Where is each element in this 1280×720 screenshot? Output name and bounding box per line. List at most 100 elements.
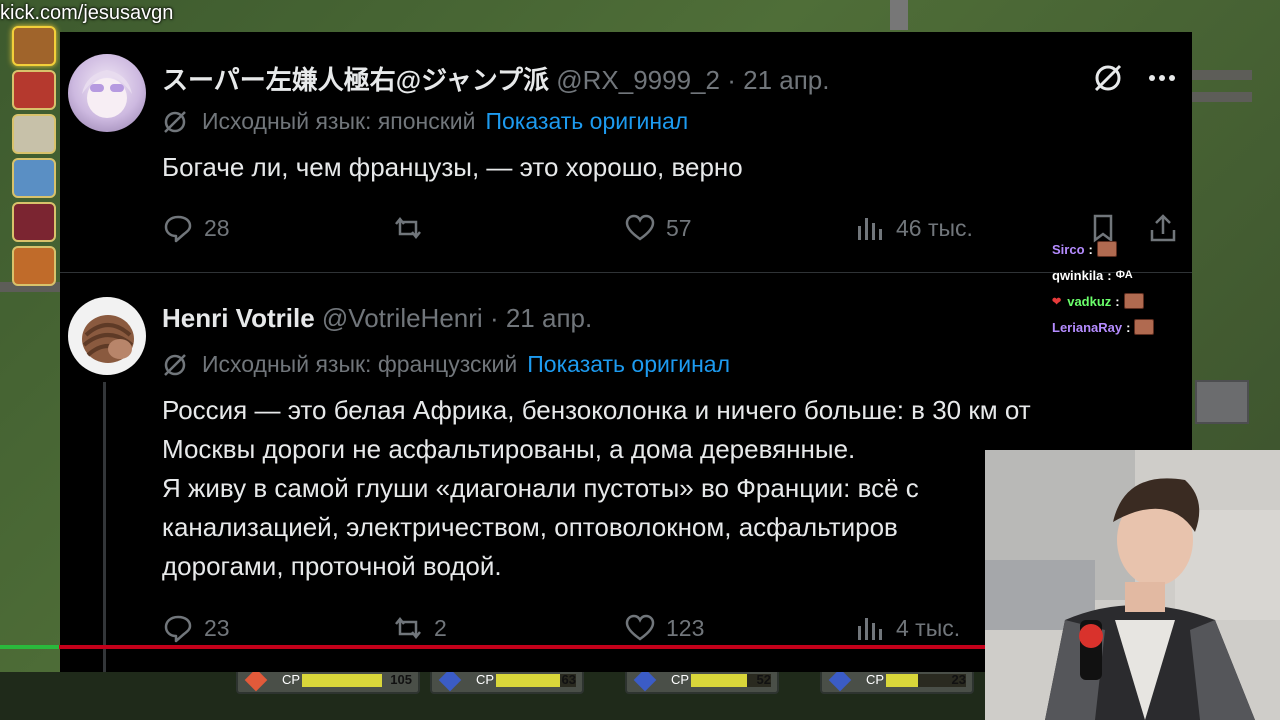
chat-overlay: Sirco : qwinkila : ФА ❤ vadkuz : Leriana…	[1052, 236, 1232, 340]
chat-message: qwinkila : ФА	[1052, 262, 1232, 288]
chat-username: Sirco	[1052, 241, 1085, 257]
tweet-top-icons	[1090, 60, 1180, 96]
translate-off-icon[interactable]	[1090, 60, 1126, 96]
chat-username: vadkuz	[1067, 293, 1112, 309]
like-count: 57	[666, 214, 692, 241]
dot-separator: ·	[489, 303, 499, 333]
translate-icon	[164, 110, 186, 133]
author-handle[interactable]: @VotrileHenri	[322, 303, 483, 333]
heart-badge-icon: ❤	[1052, 295, 1062, 308]
tweet-date[interactable]: 21 апр.	[743, 65, 829, 95]
source-language: Исходный язык: французский	[202, 351, 518, 377]
chat-username: LerianaRay	[1052, 319, 1123, 335]
reply-button[interactable]: 28	[162, 212, 230, 244]
cp-bar	[302, 674, 382, 687]
reply-icon	[164, 615, 192, 643]
playback-progress[interactable]	[0, 645, 985, 649]
tweet-text-line: Россия — это белая Африка, бензоколонка …	[162, 395, 1031, 425]
cp-label: CP	[476, 672, 495, 687]
tweet-header: スーパー左嫌人極右@ジャンプ派 @RX_9999_2 · 21 апр.	[162, 60, 830, 97]
translation-bar: Исходный язык: японский Показать оригина…	[162, 108, 688, 135]
cp-label: CP	[866, 672, 885, 687]
views-button[interactable]: 46 тыс.	[854, 212, 973, 244]
gem-icon	[438, 670, 462, 692]
dot-separator: ·	[727, 65, 736, 95]
tweet-text: Богаче ли, чем французы, — это хорошо, в…	[162, 148, 743, 187]
cp-bar-fill	[886, 674, 918, 687]
show-original-link[interactable]: Показать оригинал	[527, 351, 730, 378]
cp-bar-fill	[691, 674, 747, 687]
chat-text: ФА	[1115, 269, 1133, 281]
gem-icon	[828, 670, 852, 692]
reply-count: 28	[204, 214, 230, 241]
tweet-date[interactable]: 21 апр.	[506, 303, 592, 333]
translation-bar: Исходный язык: французский Показать ориг…	[162, 351, 730, 378]
gem-icon	[244, 670, 268, 692]
tweet-text-line: дорогами, проточной водой.	[162, 551, 502, 581]
tweet-actions: 28 57 46 тыс.	[162, 212, 1182, 248]
avatar[interactable]	[68, 54, 146, 132]
retweet-button[interactable]: 2	[392, 612, 447, 644]
cp-label: CP	[671, 672, 690, 687]
gem-icon	[633, 670, 657, 692]
view-count: 46 тыс.	[896, 214, 973, 241]
chat-separator: :	[1126, 319, 1131, 335]
retweet-icon	[395, 616, 421, 640]
cp-bar-fill	[496, 674, 560, 687]
heart-icon	[625, 614, 655, 641]
playback-progress-fill	[0, 645, 60, 649]
tweet-text: Россия — это белая Африка, бензоколонка …	[162, 391, 1031, 586]
cp-bar-fill	[302, 674, 382, 687]
avatar-image	[82, 70, 132, 118]
reply-count: 23	[204, 614, 230, 641]
chat-separator: :	[1088, 241, 1093, 257]
party-portrait	[12, 246, 56, 286]
webcam-overlay	[985, 450, 1280, 720]
chat-separator: :	[1115, 293, 1120, 309]
party-portrait	[12, 158, 56, 198]
cp-value: 63	[561, 672, 576, 687]
emote-icon	[1134, 319, 1155, 335]
views-button[interactable]: 4 тыс.	[854, 612, 960, 644]
avatar[interactable]	[68, 297, 146, 375]
chat-message: Sirco :	[1052, 236, 1232, 262]
party-portrait	[12, 70, 56, 110]
cp-value: 23	[951, 672, 966, 687]
view-count: 4 тыс.	[896, 614, 961, 641]
cp-value: 105	[390, 672, 412, 687]
cp-value: 52	[756, 672, 771, 687]
retweet-icon	[395, 216, 421, 240]
tweet-header: Henri Votrile @VotrileHenri · 21 апр.	[162, 303, 592, 334]
like-button[interactable]: 123	[624, 612, 704, 644]
like-button[interactable]: 57	[624, 212, 692, 244]
heart-icon	[625, 214, 655, 241]
avatar-image	[82, 315, 134, 363]
retweet-button[interactable]	[392, 212, 434, 244]
show-original-link[interactable]: Показать оригинал	[485, 108, 688, 135]
streamer-webcam-image	[985, 450, 1280, 720]
party-portrait	[12, 26, 56, 66]
reply-button[interactable]: 23	[162, 612, 230, 644]
reply-icon	[164, 215, 192, 243]
author-name[interactable]: Henri Votrile	[162, 303, 315, 333]
party-portraits	[10, 22, 60, 290]
retweet-count: 2	[434, 614, 447, 641]
author-handle[interactable]: @RX_9999_2	[556, 65, 720, 95]
source-language: Исходный язык: японский	[202, 108, 476, 134]
tweet-text-line: канализацией, электричеством, оптоволокн…	[162, 512, 898, 542]
emote-icon	[1096, 241, 1117, 257]
author-name[interactable]: スーパー左嫌人極右@ジャンプ派	[162, 65, 549, 95]
chat-username: qwinkila	[1052, 267, 1104, 283]
tweet-text-line: Москвы дороги не асфальтированы, а дома …	[162, 434, 856, 464]
tweet[interactable]: スーパー左嫌人極右@ジャンプ派 @RX_9999_2 · 21 апр. Исх…	[60, 32, 1192, 272]
cp-label: CP	[282, 672, 301, 687]
tweet-text-line: Богаче ли, чем французы, — это хорошо, в…	[162, 152, 743, 182]
thread-line	[103, 382, 106, 672]
party-portrait	[12, 114, 56, 154]
chat-message: LerianaRay :	[1052, 314, 1232, 340]
chat-message: ❤ vadkuz :	[1052, 288, 1232, 314]
emote-icon	[1123, 293, 1144, 309]
tweet-text-line: Я живу в самой глуши «диагонали пустоты»…	[162, 473, 919, 503]
more-options-icon[interactable]	[1144, 60, 1180, 96]
like-count: 123	[666, 614, 705, 641]
